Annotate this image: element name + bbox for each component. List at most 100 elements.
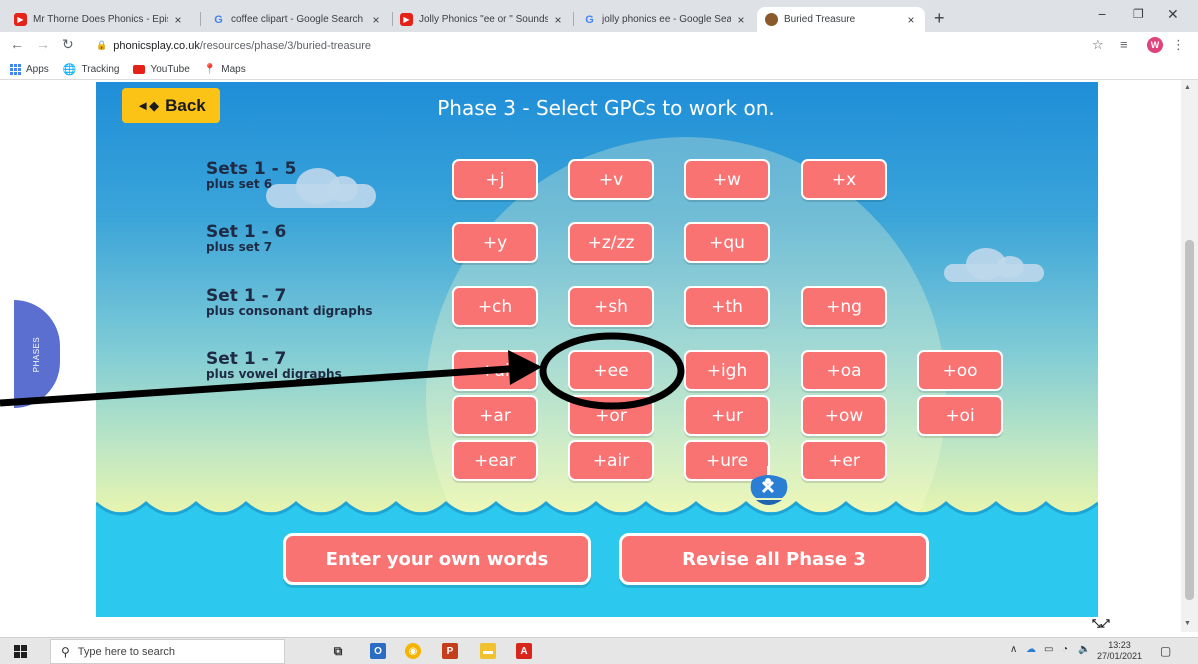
close-icon[interactable]: × bbox=[905, 13, 917, 27]
page-title: Phase 3 - Select GPCs to work on. bbox=[437, 96, 775, 120]
profile-avatar[interactable]: W bbox=[1147, 37, 1163, 53]
close-icon[interactable]: × bbox=[172, 13, 184, 27]
gpc-button[interactable]: +x bbox=[801, 159, 887, 200]
gpc-button[interactable]: +or bbox=[568, 395, 654, 436]
bookmarks-bar: Apps 🌐 Tracking YouTube 📍 Maps bbox=[0, 59, 1198, 80]
browser-toolbar: ← → ↻ 🔒 phonicsplay.co.uk/resources/phas… bbox=[0, 32, 1198, 59]
google-icon: G bbox=[585, 13, 594, 26]
gpc-button[interactable]: +v bbox=[568, 159, 654, 200]
task-view-icon[interactable]: ⧉ bbox=[330, 643, 346, 659]
revise-all-button[interactable]: Revise all Phase 3 bbox=[619, 533, 929, 585]
gpc-button[interactable]: +ch bbox=[452, 286, 538, 327]
gpc-button[interactable]: +j bbox=[452, 159, 538, 200]
windows-start-icon[interactable] bbox=[14, 645, 27, 658]
new-tab-icon[interactable]: + bbox=[934, 8, 945, 29]
tab-title: Mr Thorne Does Phonics - Episo bbox=[33, 14, 168, 25]
taskbar-clock[interactable]: 13:23 27/01/2021 bbox=[1097, 640, 1142, 662]
gpc-button[interactable]: +qu bbox=[684, 222, 770, 263]
windows-taskbar: ⚲ Type here to search ⧉ O ◉ P ▬ A ∧ ☁ ▭ … bbox=[0, 637, 1198, 664]
notifications-icon[interactable]: ▢ bbox=[1160, 644, 1171, 658]
youtube-icon: ▶ bbox=[400, 13, 413, 26]
back-button[interactable]: ◄◆ Back bbox=[122, 88, 220, 123]
battery-icon[interactable]: ▭ bbox=[1044, 644, 1053, 655]
onedrive-icon[interactable]: ☁ bbox=[1026, 644, 1036, 655]
outlook-icon[interactable]: O bbox=[370, 643, 386, 659]
browser-tab[interactable]: G jolly phonics ee - Google Search × bbox=[575, 7, 755, 32]
gpc-button-selected[interactable]: +ee bbox=[568, 350, 654, 391]
forward-arrow-icon[interactable]: → bbox=[36, 36, 50, 52]
lock-icon: 🔒 bbox=[96, 40, 108, 50]
volume-icon[interactable]: 🔈 bbox=[1078, 644, 1090, 655]
set-label: Sets 1 - 5 plus set 6 bbox=[206, 159, 297, 191]
tray-chevron-icon[interactable]: ∧ bbox=[1010, 644, 1017, 655]
menu-kebab-icon[interactable]: ⋮ bbox=[1172, 37, 1185, 53]
search-placeholder: Type here to search bbox=[77, 645, 176, 658]
apps-grid-icon bbox=[10, 63, 21, 75]
chrome-icon[interactable]: ◉ bbox=[405, 643, 421, 659]
gpc-button[interactable]: +ur bbox=[684, 395, 770, 436]
fish-icon: ◄◆ bbox=[136, 97, 160, 113]
close-icon[interactable]: × bbox=[370, 13, 382, 27]
phases-label: PHASES bbox=[32, 336, 42, 372]
wifi-icon[interactable]: ◔ bbox=[1062, 644, 1068, 655]
page-scrollbar[interactable]: ▲ ▼ bbox=[1181, 80, 1198, 632]
gpc-button[interactable]: +igh bbox=[684, 350, 770, 391]
gpc-button[interactable]: +ar bbox=[452, 395, 538, 436]
gpc-button[interactable]: +ai bbox=[452, 350, 538, 391]
bookmark-label: Apps bbox=[26, 63, 49, 75]
acrobat-icon[interactable]: A bbox=[516, 643, 532, 659]
restore-icon[interactable]: ❐ bbox=[1133, 7, 1144, 21]
scroll-up-icon[interactable]: ▲ bbox=[1184, 84, 1191, 91]
address-bar[interactable]: 🔒 phonicsplay.co.uk/resources/phase/3/bu… bbox=[96, 35, 1146, 56]
google-icon: G bbox=[214, 13, 223, 26]
gpc-button[interactable]: +ng bbox=[801, 286, 887, 327]
gpc-button[interactable]: +z/zz bbox=[568, 222, 654, 263]
minimize-icon[interactable]: − bbox=[1098, 6, 1106, 22]
file-explorer-icon[interactable]: ▬ bbox=[480, 643, 496, 659]
gpc-button[interactable]: +oi bbox=[917, 395, 1003, 436]
powerpoint-icon[interactable]: P bbox=[442, 643, 458, 659]
enter-own-words-button[interactable]: Enter your own words bbox=[283, 533, 591, 585]
sea bbox=[96, 512, 1098, 617]
browser-tabstrip: ▶ Mr Thorne Does Phonics - Episo × G cof… bbox=[0, 0, 1198, 32]
gpc-button[interactable]: +oo bbox=[917, 350, 1003, 391]
gpc-button[interactable]: +w bbox=[684, 159, 770, 200]
back-arrow-icon[interactable]: ← bbox=[10, 36, 24, 52]
tab-title: coffee clipart - Google Search bbox=[231, 14, 364, 25]
close-icon[interactable]: × bbox=[735, 13, 747, 27]
browser-tab-active[interactable]: Buried Treasure × bbox=[757, 7, 925, 32]
treasure-icon bbox=[765, 13, 778, 26]
browser-tab[interactable]: ▶ Mr Thorne Does Phonics - Episo × bbox=[6, 7, 192, 32]
gpc-button[interactable]: +sh bbox=[568, 286, 654, 327]
scroll-down-icon[interactable]: ▼ bbox=[1184, 620, 1191, 627]
reload-icon[interactable]: ↻ bbox=[62, 36, 74, 53]
back-label: Back bbox=[165, 95, 206, 115]
gpc-button[interactable]: +y bbox=[452, 222, 538, 263]
bookmark-maps[interactable]: 📍 Maps bbox=[204, 64, 246, 75]
gpc-button[interactable]: +ear bbox=[452, 440, 538, 481]
maps-pin-icon: 📍 bbox=[203, 63, 217, 75]
bookmark-star-icon[interactable]: ☆ bbox=[1092, 37, 1104, 53]
close-window-icon[interactable]: ✕ bbox=[1167, 6, 1179, 23]
gpc-button[interactable]: +air bbox=[568, 440, 654, 481]
gpc-button[interactable]: +oa bbox=[801, 350, 887, 391]
scroll-thumb[interactable] bbox=[1185, 240, 1194, 600]
gpc-button[interactable]: +th bbox=[684, 286, 770, 327]
browser-tab[interactable]: G coffee clipart - Google Search × bbox=[204, 7, 390, 32]
set-label: Set 1 - 7 plus vowel digraphs bbox=[206, 349, 342, 381]
taskbar-search-input[interactable]: ⚲ Type here to search bbox=[50, 639, 285, 664]
gpc-button[interactable]: +ow bbox=[801, 395, 887, 436]
bookmark-apps[interactable]: Apps bbox=[10, 63, 49, 75]
waves bbox=[96, 501, 1098, 525]
fullscreen-icon[interactable]: ⤡⤢ bbox=[1092, 618, 1110, 631]
clock-date: 27/01/2021 bbox=[1097, 651, 1143, 661]
set-label: Set 1 - 7 plus consonant digraphs bbox=[206, 286, 373, 318]
bookmark-label: YouTube bbox=[150, 63, 190, 75]
reading-list-icon[interactable]: ≡ bbox=[1120, 37, 1128, 52]
gpc-button[interactable]: +er bbox=[801, 440, 887, 481]
bookmark-tracking[interactable]: 🌐 Tracking bbox=[63, 63, 120, 76]
bookmark-youtube[interactable]: YouTube bbox=[133, 63, 190, 75]
close-icon[interactable]: × bbox=[552, 13, 564, 27]
browser-tab[interactable]: ▶ Jolly Phonics "ee or " Sounds - Y × bbox=[392, 7, 572, 32]
youtube-icon: ▶ bbox=[14, 13, 27, 26]
